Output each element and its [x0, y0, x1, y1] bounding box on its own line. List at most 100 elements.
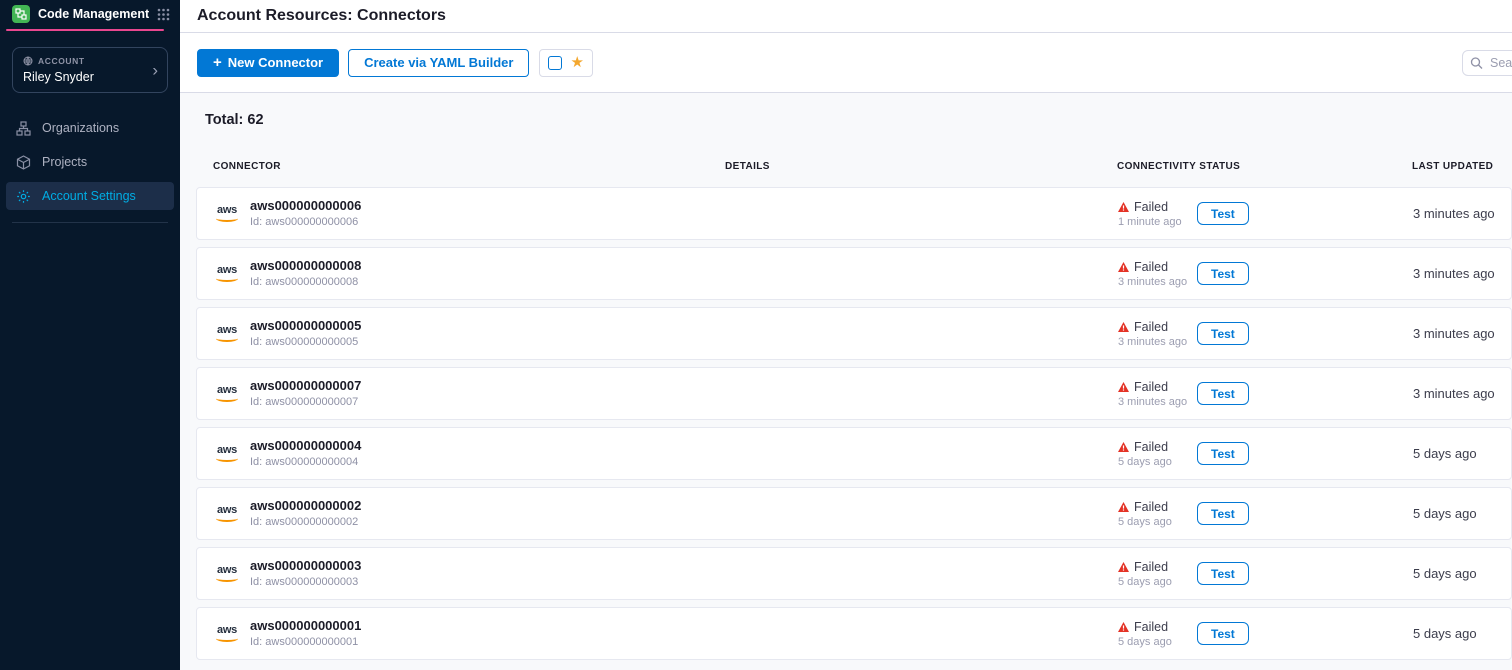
star-icon[interactable]: ★	[570, 55, 583, 70]
status-label: Failed	[1134, 260, 1168, 274]
connector-cell: aws aws000000000008 Id: aws000000000008	[214, 259, 726, 289]
sidebar-item-label: Projects	[42, 155, 87, 169]
last-updated-cell: 5 days ago	[1413, 446, 1511, 461]
sidebar-item-projects[interactable]: Projects	[6, 148, 174, 176]
status-label: Failed	[1134, 500, 1168, 514]
last-updated-cell: 5 days ago	[1413, 566, 1511, 581]
connector-cell: aws aws000000000005 Id: aws000000000005	[214, 319, 726, 349]
connectivity-status-cell: Failed 5 days ago Test	[1118, 620, 1413, 648]
connector-id: Id: aws000000000004	[250, 456, 361, 469]
projects-icon	[15, 155, 31, 170]
page-title: Account Resources: Connectors	[197, 7, 446, 25]
test-button[interactable]: Test	[1197, 442, 1249, 465]
account-scope-icon	[23, 56, 33, 66]
status-label: Failed	[1134, 440, 1168, 454]
sidebar: Code Management ACCOUNT Riley Snyder	[0, 0, 180, 670]
table-header-row: CONNECTOR DETAILS CONNECTIVITY STATUS LA…	[196, 161, 1512, 172]
table-row[interactable]: aws aws000000000007 Id: aws000000000007	[196, 367, 1512, 420]
aws-logo-icon: aws	[214, 385, 240, 402]
connector-cell: aws aws000000000004 Id: aws000000000004	[214, 439, 726, 469]
connector-id: Id: aws000000000007	[250, 396, 361, 409]
organizations-icon	[15, 121, 31, 136]
failed-warning-icon	[1118, 622, 1129, 632]
connectivity-status-cell: Failed 1 minute ago Test	[1118, 200, 1413, 228]
last-updated-cell: 3 minutes ago	[1413, 326, 1511, 341]
test-button[interactable]: Test	[1197, 262, 1249, 285]
last-updated-cell: 5 days ago	[1413, 506, 1511, 521]
failed-warning-icon	[1118, 442, 1129, 452]
failed-warning-icon	[1118, 502, 1129, 512]
table-row[interactable]: aws aws000000000004 Id: aws000000000004	[196, 427, 1512, 480]
account-name: Riley Snyder	[23, 70, 145, 84]
code-management-logo-icon[interactable]	[12, 5, 30, 23]
connector-name: aws000000000001	[250, 619, 361, 634]
status-time: 3 minutes ago	[1118, 396, 1197, 408]
connector-cell: aws aws000000000002 Id: aws000000000002	[214, 499, 726, 529]
test-button[interactable]: Test	[1197, 202, 1249, 225]
chevron-right-icon: ›	[152, 62, 158, 79]
page-header: Account Resources: Connectors	[180, 0, 1512, 33]
status-label: Failed	[1134, 620, 1168, 634]
connectivity-status-cell: Failed 5 days ago Test	[1118, 440, 1413, 468]
status-time: 5 days ago	[1118, 456, 1197, 468]
connector-id: Id: aws000000000008	[250, 276, 361, 289]
new-connector-label: New Connector	[228, 55, 323, 70]
status-time: 5 days ago	[1118, 636, 1197, 648]
sidebar-item-organizations[interactable]: Organizations	[6, 114, 174, 142]
aws-logo-icon: aws	[214, 205, 240, 222]
table-row[interactable]: aws aws000000000002 Id: aws000000000002	[196, 487, 1512, 540]
column-header-last-updated: LAST UPDATED	[1412, 161, 1512, 172]
sidebar-header: Code Management	[0, 0, 180, 27]
connector-id: Id: aws000000000005	[250, 336, 361, 349]
status-label: Failed	[1134, 380, 1168, 394]
test-button[interactable]: Test	[1197, 322, 1249, 345]
connector-list: aws aws000000000006 Id: aws000000000006	[180, 187, 1512, 660]
failed-warning-icon	[1118, 202, 1129, 212]
status-time: 1 minute ago	[1118, 216, 1197, 228]
connector-id: Id: aws000000000003	[250, 576, 361, 589]
connectivity-status-cell: Failed 5 days ago Test	[1118, 560, 1413, 588]
search-box	[1462, 50, 1512, 76]
test-button[interactable]: Test	[1197, 562, 1249, 585]
test-button[interactable]: Test	[1197, 622, 1249, 645]
failed-warning-icon	[1118, 382, 1129, 392]
connectivity-status-cell: Failed 3 minutes ago Test	[1118, 380, 1413, 408]
aws-logo-icon: aws	[214, 625, 240, 642]
sidebar-item-label: Account Settings	[42, 189, 136, 203]
aws-logo-icon: aws	[214, 265, 240, 282]
column-header-connector: CONNECTOR	[213, 161, 725, 172]
status-time: 5 days ago	[1118, 516, 1197, 528]
aws-logo-icon: aws	[214, 505, 240, 522]
connector-name: aws000000000008	[250, 259, 361, 274]
test-button[interactable]: Test	[1197, 502, 1249, 525]
connector-name: aws000000000007	[250, 379, 361, 394]
status-label: Failed	[1134, 320, 1168, 334]
table-row[interactable]: aws aws000000000005 Id: aws000000000005	[196, 307, 1512, 360]
connectivity-status-cell: Failed 5 days ago Test	[1118, 500, 1413, 528]
accent-divider	[6, 29, 164, 31]
connector-cell: aws aws000000000007 Id: aws000000000007	[214, 379, 726, 409]
test-button[interactable]: Test	[1197, 382, 1249, 405]
sidebar-item-label: Organizations	[42, 121, 119, 135]
table-row[interactable]: aws aws000000000001 Id: aws000000000001	[196, 607, 1512, 660]
status-label: Failed	[1134, 560, 1168, 574]
account-selector[interactable]: ACCOUNT Riley Snyder ›	[12, 47, 168, 93]
aws-logo-icon: aws	[214, 325, 240, 342]
table-row[interactable]: aws aws000000000003 Id: aws000000000003	[196, 547, 1512, 600]
connector-cell: aws aws000000000001 Id: aws000000000001	[214, 619, 726, 649]
last-updated-cell: 3 minutes ago	[1413, 206, 1511, 221]
search-icon	[1470, 56, 1483, 69]
connector-id: Id: aws000000000002	[250, 516, 361, 529]
connector-cell: aws aws000000000003 Id: aws000000000003	[214, 559, 726, 589]
favorites-checkbox[interactable]	[548, 56, 562, 70]
total-count: Total: 62	[205, 112, 1512, 128]
table-row[interactable]: aws aws000000000008 Id: aws000000000008	[196, 247, 1512, 300]
connector-name: aws000000000006	[250, 199, 361, 214]
create-yaml-builder-button[interactable]: Create via YAML Builder	[348, 49, 529, 77]
table-row[interactable]: aws aws000000000006 Id: aws000000000006	[196, 187, 1512, 240]
new-connector-button[interactable]: + New Connector	[197, 49, 339, 77]
app-title: Code Management	[38, 7, 149, 21]
last-updated-cell: 3 minutes ago	[1413, 386, 1511, 401]
app-grid-icon[interactable]	[157, 8, 170, 21]
sidebar-item-account-settings[interactable]: Account Settings	[6, 182, 174, 210]
